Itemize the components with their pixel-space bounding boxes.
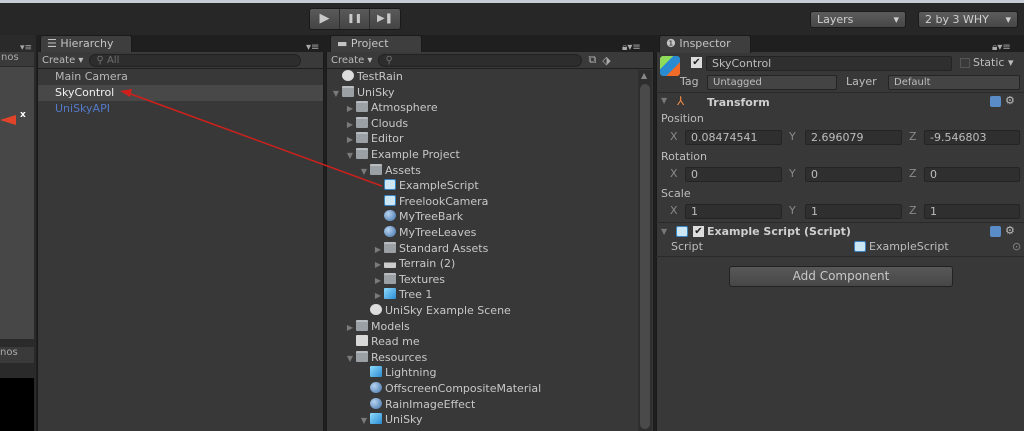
annotation-arrowhead	[120, 89, 132, 97]
annotation-arrow-line	[127, 92, 383, 187]
annotation-overlay	[120, 89, 383, 187]
